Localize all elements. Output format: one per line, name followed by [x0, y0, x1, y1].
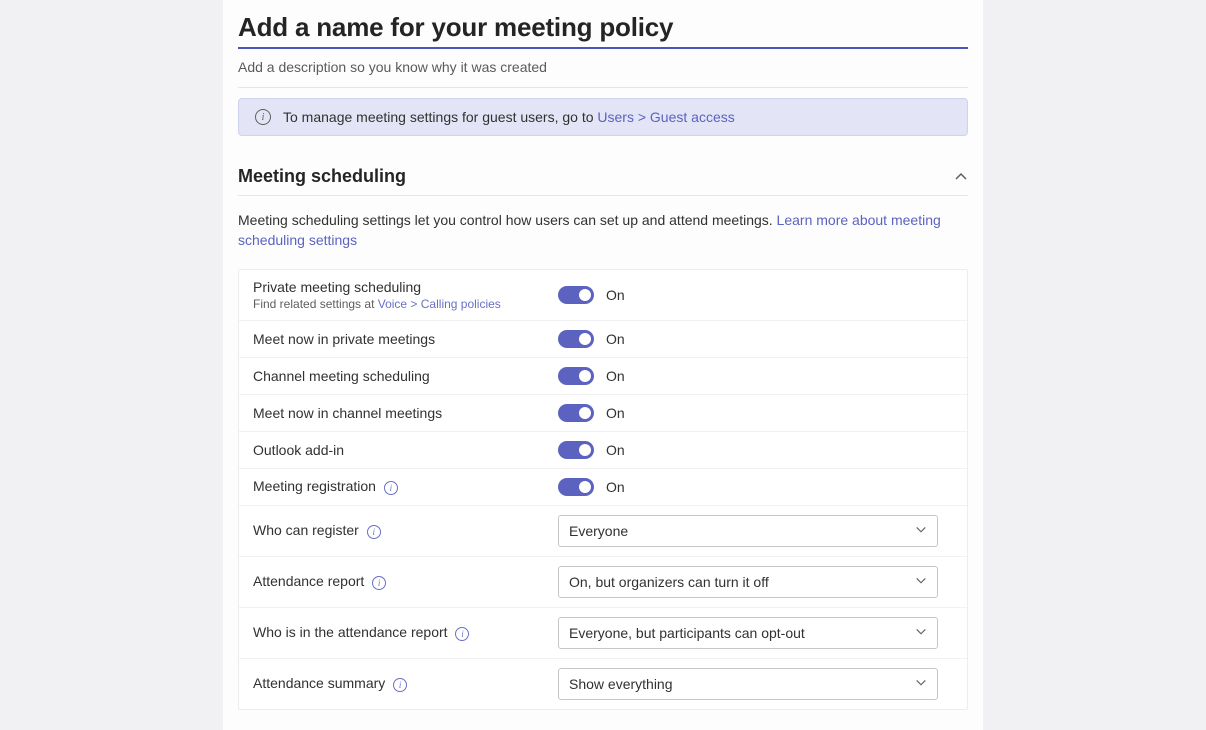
- chevron-down-icon: [915, 625, 927, 641]
- policy-name-field[interactable]: Add a name for your meeting policy: [238, 12, 968, 49]
- dropdown-attendance-summary[interactable]: Show everything: [558, 668, 938, 700]
- toggle-outlook-addin[interactable]: [558, 441, 594, 459]
- section-header-meeting-scheduling[interactable]: Meeting scheduling: [238, 166, 968, 196]
- row-attendance-report: Attendance report i On, but organizers c…: [239, 557, 967, 608]
- guest-access-banner: i To manage meeting settings for guest u…: [238, 98, 968, 136]
- banner-text: To manage meeting settings for guest use…: [283, 109, 735, 125]
- calling-policies-link[interactable]: Voice > Calling policies: [378, 297, 501, 311]
- settings-card: Private meeting scheduling Find related …: [238, 269, 968, 710]
- dropdown-value: Everyone: [569, 523, 628, 539]
- label-meet-now-channel: Meet now in channel meetings: [253, 405, 442, 421]
- info-icon[interactable]: i: [393, 678, 407, 692]
- row-who-in-attendance-report: Who is in the attendance report i Everyo…: [239, 608, 967, 659]
- dropdown-value: Everyone, but participants can opt-out: [569, 625, 805, 641]
- toggle-state-outlook: On: [606, 442, 625, 458]
- row-channel-scheduling: Channel meeting scheduling On: [239, 358, 967, 395]
- label-outlook-addin: Outlook add-in: [253, 442, 344, 458]
- dropdown-attendance-report[interactable]: On, but organizers can turn it off: [558, 566, 938, 598]
- info-icon: i: [255, 109, 271, 125]
- row-who-can-register: Who can register i Everyone: [239, 506, 967, 557]
- label-private-scheduling: Private meeting scheduling: [253, 279, 421, 295]
- toggle-channel-scheduling[interactable]: [558, 367, 594, 385]
- row-meet-now-private: Meet now in private meetings On: [239, 321, 967, 358]
- sublabel-private-scheduling: Find related settings at Voice > Calling…: [253, 297, 548, 311]
- toggle-meet-now-private[interactable]: [558, 330, 594, 348]
- toggle-private-scheduling[interactable]: [558, 286, 594, 304]
- row-outlook-addin: Outlook add-in On: [239, 432, 967, 469]
- policy-description-placeholder: Add a description so you know why it was…: [238, 59, 968, 75]
- policy-name-placeholder: Add a name for your meeting policy: [238, 12, 968, 43]
- row-attendance-summary: Attendance summary i Show everything: [239, 659, 967, 709]
- guest-access-link[interactable]: Users > Guest access: [597, 109, 734, 125]
- toggle-state-private: On: [606, 287, 625, 303]
- row-private-meeting-scheduling: Private meeting scheduling Find related …: [239, 270, 967, 321]
- toggle-meet-now-channel[interactable]: [558, 404, 594, 422]
- section-title: Meeting scheduling: [238, 166, 406, 187]
- label-meet-now-private: Meet now in private meetings: [253, 331, 435, 347]
- toggle-state-registration: On: [606, 479, 625, 495]
- label-who-in-report: Who is in the attendance report: [253, 624, 448, 640]
- toggle-meeting-registration[interactable]: [558, 478, 594, 496]
- info-icon[interactable]: i: [455, 627, 469, 641]
- label-attendance-report: Attendance report: [253, 573, 364, 589]
- toggle-state-meet-now-channel: On: [606, 405, 625, 421]
- dropdown-who-can-register[interactable]: Everyone: [558, 515, 938, 547]
- settings-panel: Add a name for your meeting policy Add a…: [223, 0, 983, 730]
- info-icon[interactable]: i: [384, 481, 398, 495]
- toggle-state-channel: On: [606, 368, 625, 384]
- info-icon[interactable]: i: [367, 525, 381, 539]
- dropdown-who-in-report[interactable]: Everyone, but participants can opt-out: [558, 617, 938, 649]
- label-channel-scheduling: Channel meeting scheduling: [253, 368, 430, 384]
- info-icon[interactable]: i: [372, 576, 386, 590]
- toggle-state-meet-now-private: On: [606, 331, 625, 347]
- row-meet-now-channel: Meet now in channel meetings On: [239, 395, 967, 432]
- policy-description-field[interactable]: Add a description so you know why it was…: [238, 59, 968, 88]
- chevron-up-icon[interactable]: [954, 170, 968, 184]
- row-meeting-registration: Meeting registration i On: [239, 469, 967, 506]
- chevron-down-icon: [915, 574, 927, 590]
- dropdown-value: On, but organizers can turn it off: [569, 574, 769, 590]
- section-description: Meeting scheduling settings let you cont…: [238, 210, 968, 251]
- label-who-can-register: Who can register: [253, 522, 359, 538]
- chevron-down-icon: [915, 523, 927, 539]
- label-meeting-registration: Meeting registration: [253, 478, 376, 494]
